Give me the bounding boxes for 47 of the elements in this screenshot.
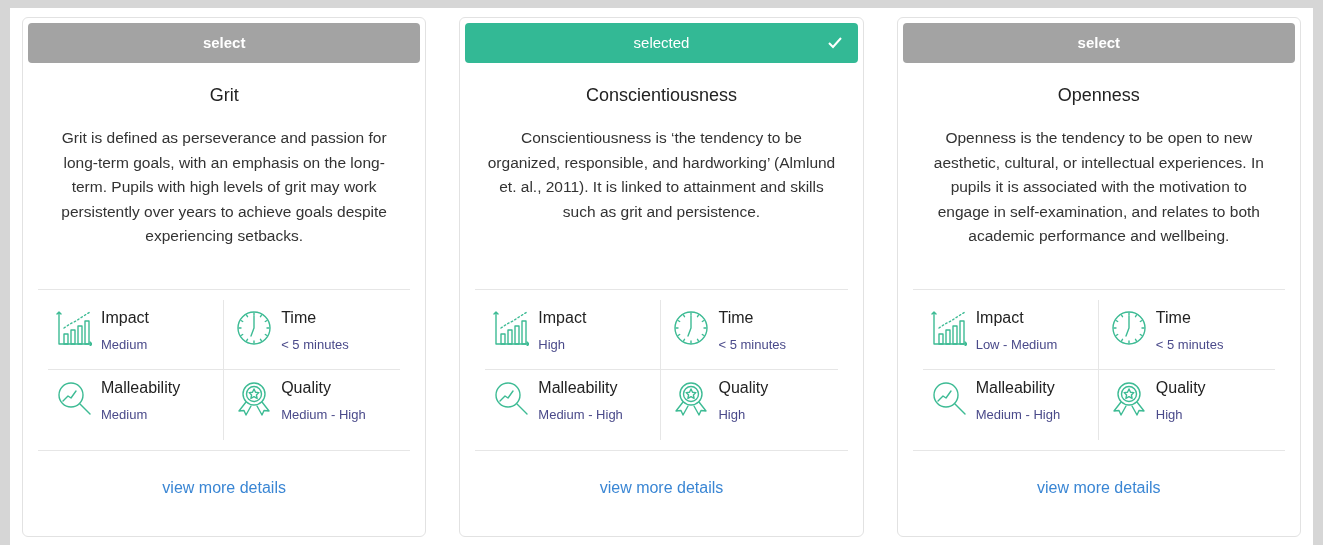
award-icon bbox=[1110, 380, 1147, 416]
metric-label: Time bbox=[1155, 308, 1191, 328]
magnifier-graph-icon bbox=[930, 380, 967, 416]
metric-label: Impact bbox=[101, 308, 149, 328]
card-title: Grit bbox=[209, 84, 239, 107]
check-icon bbox=[827, 37, 842, 49]
metric-value: Medium bbox=[101, 337, 148, 353]
metric-label: Quality bbox=[1155, 378, 1206, 398]
metric-value: High bbox=[718, 407, 746, 423]
magnifier-graph-icon bbox=[493, 380, 530, 416]
chart-icon bbox=[930, 310, 967, 346]
description-text: Conscientiousness is ‘the tendency to be organized, responsible, and hardworking’ (Almlund et. al., 2011). It is linked to attainment and skills such as grit and persistence. bbox=[486, 128, 837, 222]
clock-icon bbox=[236, 310, 273, 346]
magnifier-graph-icon bbox=[56, 380, 92, 416]
metric-value: < 5 minutes bbox=[281, 337, 349, 353]
metric-label: Quality bbox=[281, 378, 331, 398]
metric-value: Low - Medium bbox=[975, 337, 1058, 353]
clock-icon bbox=[1110, 310, 1147, 346]
view-details-link[interactable]: view more details bbox=[1037, 476, 1161, 500]
metric-value: < 5 minutes bbox=[718, 337, 787, 353]
metric-value: Medium - High bbox=[538, 407, 623, 423]
clock-icon bbox=[673, 310, 710, 346]
chart-icon bbox=[56, 310, 92, 346]
metric-label: Time bbox=[281, 308, 317, 328]
chart-icon bbox=[493, 310, 530, 346]
metric-label: Impact bbox=[975, 308, 1024, 328]
metric-value: Medium bbox=[101, 407, 148, 423]
description-text: Openness is the tendency to be open to new aesthetic, cultural, or intellectual experiences. In pupils it is associated with the motivation to engage in self-examination, and relates to both academic performance and wellbeing. bbox=[932, 128, 1265, 246]
metric-value: High bbox=[538, 337, 566, 353]
metric-label: Impact bbox=[538, 308, 587, 328]
select-button[interactable]: select bbox=[28, 23, 421, 63]
metric-value: < 5 minutes bbox=[1155, 337, 1224, 353]
view-details-link[interactable]: view more details bbox=[162, 476, 286, 500]
metric-label: Quality bbox=[718, 378, 769, 398]
metric-value: Medium - High bbox=[975, 407, 1061, 423]
metric-label: Time bbox=[718, 308, 754, 328]
metric-label: Malleability bbox=[975, 378, 1055, 398]
select-button[interactable]: select bbox=[902, 23, 1295, 63]
view-details-link[interactable]: view more details bbox=[599, 476, 724, 500]
card-title: Openness bbox=[1057, 84, 1140, 107]
card-title: Conscientiousness bbox=[585, 84, 738, 107]
metric-value: Medium - High bbox=[281, 407, 366, 423]
description-text: Grit is defined as perseverance and passion for long-term goals, with an emphasis on the long-term. Pupils with high levels of grit may work persistently over years to achieve goals despite experiencing setbacks. bbox=[60, 128, 388, 246]
selected-button[interactable]: selected bbox=[465, 23, 858, 63]
metric-label: Malleability bbox=[101, 378, 181, 398]
metric-label: Malleability bbox=[538, 378, 618, 398]
metric-value: High bbox=[1155, 407, 1183, 423]
